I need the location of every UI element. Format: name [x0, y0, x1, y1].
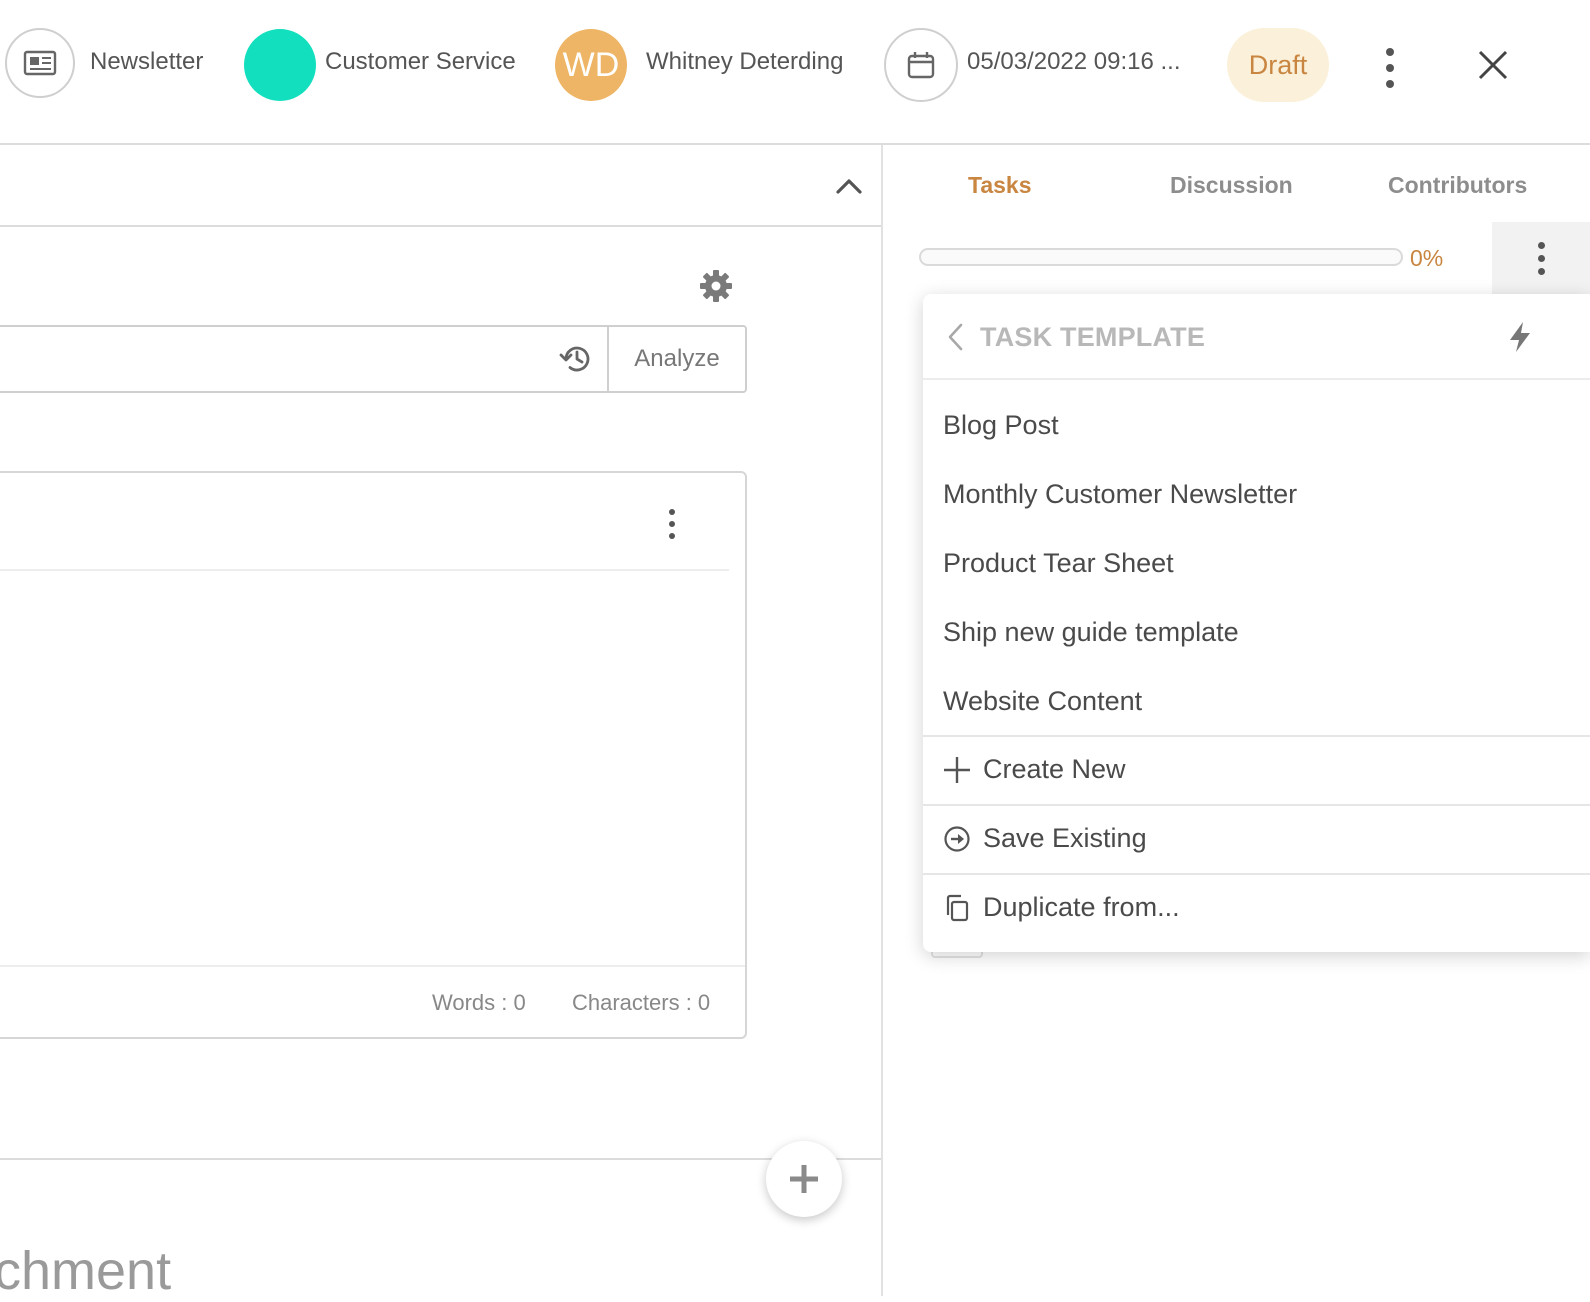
copy-icon: [943, 894, 971, 922]
duplicate-from-label: Duplicate from...: [983, 892, 1180, 922]
create-new-template-button[interactable]: Create New: [943, 754, 1126, 785]
template-item[interactable]: Product Tear Sheet: [943, 548, 1174, 579]
team-avatar[interactable]: [244, 29, 316, 101]
status-badge[interactable]: Draft: [1227, 28, 1329, 102]
due-date-label[interactable]: 05/03/2022 09:16 ...: [967, 48, 1181, 76]
content-type-label[interactable]: Newsletter: [90, 48, 203, 76]
tab-discussion[interactable]: Discussion: [1170, 172, 1293, 199]
calendar-icon: [907, 52, 935, 79]
analyze-input-bar: Analyze: [0, 325, 747, 393]
create-new-label: Create New: [983, 754, 1126, 784]
analyze-button[interactable]: Analyze: [607, 327, 745, 391]
task-progress-label: 0%: [1410, 245, 1444, 271]
word-count: Words : 0: [432, 990, 526, 1015]
assignee-name[interactable]: Whitney Deterding: [646, 48, 843, 76]
section-divider: [0, 225, 881, 227]
plus-icon: [790, 1165, 818, 1193]
tab-contributors[interactable]: Contributors: [1388, 172, 1527, 199]
editor-footer-divider: [0, 965, 745, 967]
text-editor[interactable]: [0, 471, 747, 1039]
task-progress-bar: [919, 248, 1403, 266]
team-label[interactable]: Customer Service: [325, 48, 516, 76]
menu-divider: [923, 873, 1590, 875]
character-count: Characters : 0: [572, 990, 711, 1015]
editor-more-icon[interactable]: [667, 509, 677, 539]
attachment-section-title: chment: [0, 1241, 172, 1301]
template-item[interactable]: Ship new guide template: [943, 617, 1239, 648]
save-existing-label: Save Existing: [983, 823, 1147, 853]
due-date-button[interactable]: [884, 28, 958, 102]
template-item[interactable]: Website Content: [943, 686, 1142, 717]
chevron-left-icon[interactable]: [945, 322, 965, 352]
history-icon[interactable]: [558, 341, 594, 377]
editor-toolbar-divider: [0, 569, 729, 571]
duplicate-from-button[interactable]: Duplicate from...: [943, 892, 1180, 923]
content-type-button[interactable]: [5, 28, 75, 98]
task-template-dropdown: TASK TEMPLATE Blog Post Monthly Customer…: [923, 294, 1590, 952]
gear-icon[interactable]: [698, 268, 734, 304]
close-icon[interactable]: [1476, 48, 1510, 82]
template-item[interactable]: Monthly Customer Newsletter: [943, 479, 1297, 510]
tasks-more-button[interactable]: [1492, 222, 1590, 294]
more-vertical-icon: [1536, 241, 1546, 275]
more-vertical-icon[interactable]: [1385, 48, 1395, 88]
save-existing-template-button[interactable]: Save Existing: [943, 823, 1147, 854]
chevron-up-icon[interactable]: [834, 172, 864, 200]
lightning-icon[interactable]: [1507, 320, 1533, 354]
menu-divider: [923, 804, 1590, 806]
template-item[interactable]: Blog Post: [943, 410, 1059, 441]
tab-tasks[interactable]: Tasks: [968, 172, 1032, 199]
add-section-button[interactable]: [766, 1141, 842, 1217]
plus-icon: [943, 756, 971, 784]
top-bar: Newsletter Customer Service WD Whitney D…: [0, 0, 1590, 145]
menu-divider: [923, 735, 1590, 737]
section-divider-bottom: [0, 1158, 881, 1160]
newspaper-icon: [23, 50, 57, 76]
task-template-title: TASK TEMPLATE: [980, 322, 1206, 352]
panel-divider: [881, 145, 883, 1296]
task-template-header: TASK TEMPLATE: [923, 294, 1590, 380]
arrow-circle-right-icon: [943, 825, 971, 853]
assignee-avatar[interactable]: WD: [555, 29, 627, 101]
